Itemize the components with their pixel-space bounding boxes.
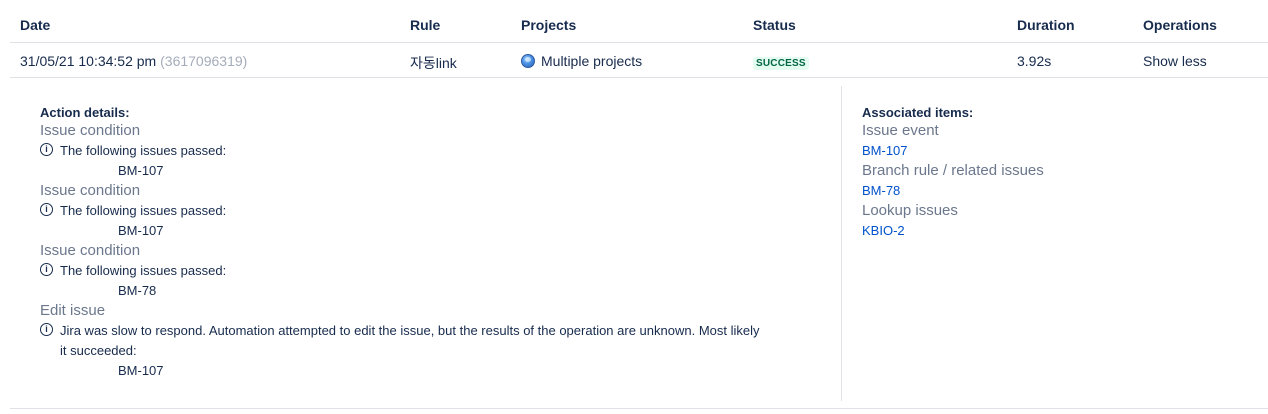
column-projects[interactable]: Projects — [521, 17, 576, 33]
column-date[interactable]: Date — [20, 17, 50, 33]
action-title: Issue condition — [40, 242, 141, 259]
associated-item-title: Issue event — [862, 122, 939, 139]
details-divider — [841, 86, 842, 401]
column-duration[interactable]: Duration — [1017, 17, 1075, 33]
info-circle-icon: i — [40, 203, 53, 216]
action-message: i The following issues passed: — [40, 141, 830, 161]
action-message: i The following issues passed: — [40, 261, 830, 281]
associated-issue-link[interactable]: BM-107 — [862, 141, 1262, 161]
action-message: i Jira was slow to respond. Automation a… — [40, 321, 830, 341]
projects-cell: Multiple projects — [521, 53, 642, 69]
action-issue: BM-107 — [118, 163, 164, 178]
action-details-title: Action details: — [40, 105, 130, 120]
row-details-panel: Action details: Issue condition i The fo… — [10, 78, 1268, 409]
associated-issue-link[interactable]: BM-78 — [862, 181, 1262, 201]
action-message-continued: it succeeded: — [60, 343, 137, 358]
action-message: i The following issues passed: — [40, 201, 830, 221]
action-issue: BM-78 — [118, 283, 157, 298]
audit-date: 31/05/21 10:34:52 pm — [20, 53, 157, 69]
table-row: 31/05/21 10:34:52 pm (3617096319) 자동link… — [10, 43, 1268, 78]
audit-id: (3617096319) — [160, 53, 248, 69]
column-operations: Operations — [1143, 17, 1217, 33]
table-header: Date Rule Projects Status Duration Opera… — [10, 0, 1268, 43]
associated-items: Associated items: Issue event BM-107 Bra… — [862, 105, 1262, 241]
column-rule[interactable]: Rule — [410, 17, 440, 33]
status-badge: SUCCESS — [753, 57, 809, 70]
action-issue: BM-107 — [118, 223, 164, 238]
associated-item-title: Lookup issues — [862, 202, 958, 219]
show-less-link[interactable]: Show less — [1143, 53, 1207, 69]
status-cell: SUCCESS — [753, 53, 809, 70]
date-cell: 31/05/21 10:34:52 pm (3617096319) — [20, 53, 247, 69]
column-status[interactable]: Status — [753, 17, 796, 33]
info-circle-icon: i — [40, 263, 53, 276]
info-circle-icon: i — [40, 323, 53, 336]
action-title: Edit issue — [40, 302, 106, 319]
projects-label: Multiple projects — [541, 53, 643, 69]
associated-items-title: Associated items: — [862, 105, 974, 120]
action-details: Action details: Issue condition i The fo… — [40, 105, 830, 381]
action-title: Issue condition — [40, 182, 141, 199]
associated-item-title: Branch rule / related issues — [862, 162, 1044, 179]
info-circle-icon: i — [40, 143, 53, 156]
associated-issue-link[interactable]: KBIO-2 — [862, 221, 1262, 241]
action-issue: BM-107 — [118, 363, 164, 378]
globe-icon — [521, 54, 535, 68]
action-title: Issue condition — [40, 122, 141, 139]
duration-value: 3.92s — [1017, 53, 1052, 69]
rule-name: 자동link — [410, 55, 457, 71]
